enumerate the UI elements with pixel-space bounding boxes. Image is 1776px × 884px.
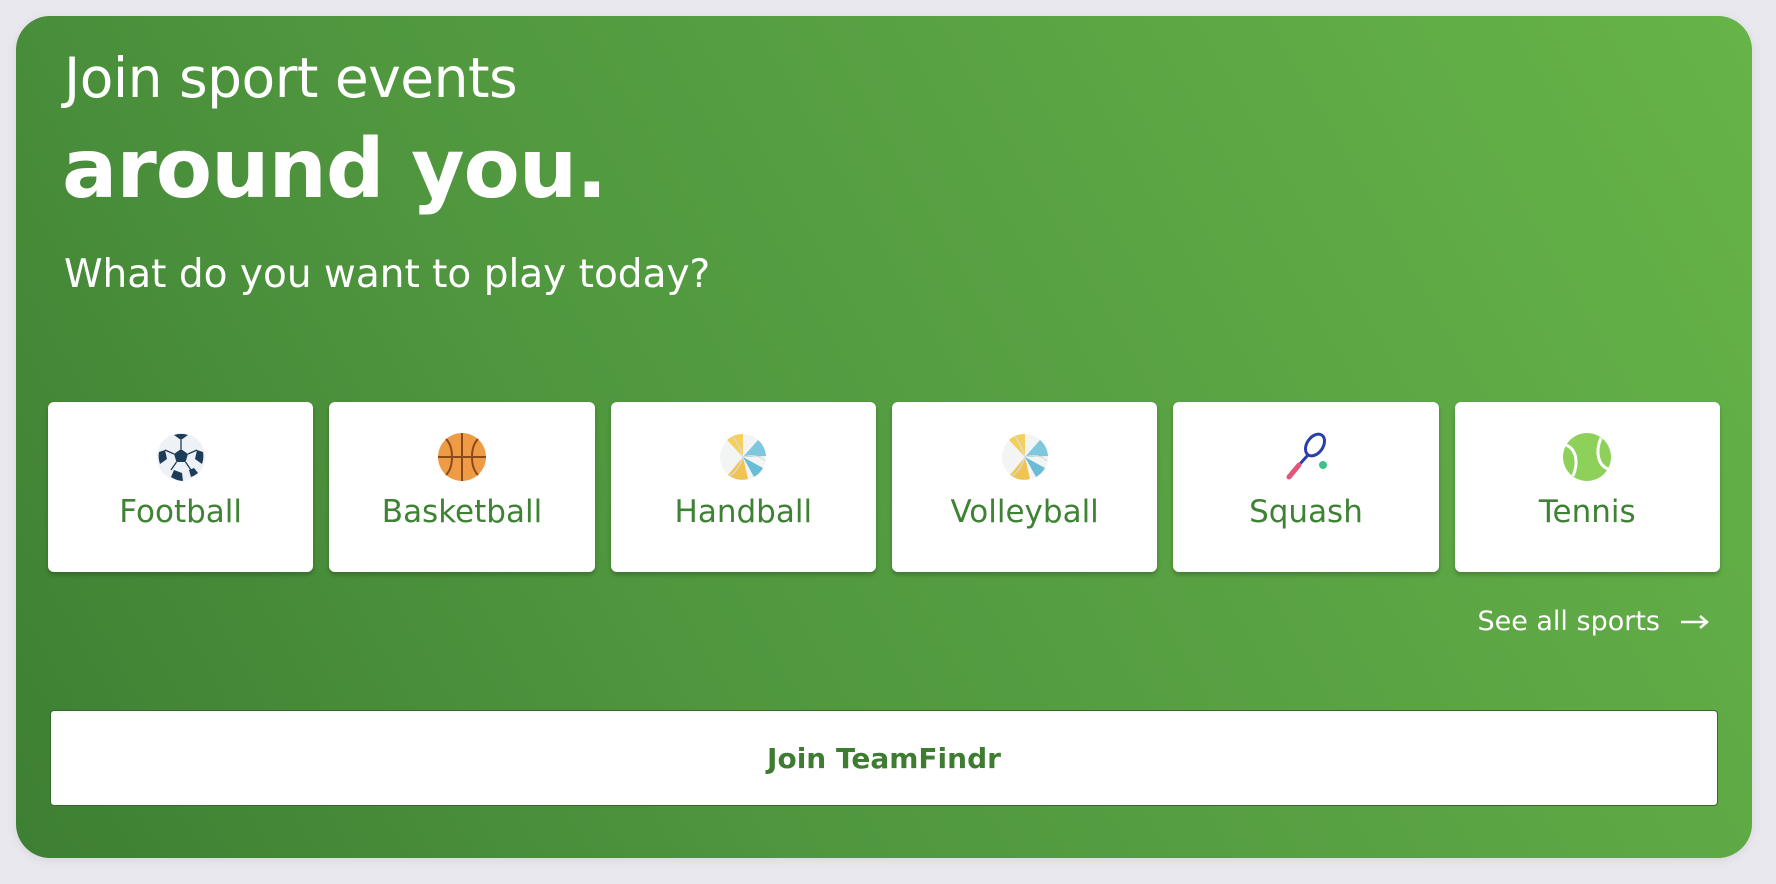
hero-card: Join sport events around you. What do yo… xyxy=(16,16,1752,858)
tennis-ball-icon xyxy=(1563,433,1612,481)
squash-racket-icon xyxy=(1286,432,1327,480)
hero-title-line2: around you. xyxy=(62,122,607,217)
handball-icon xyxy=(720,433,767,480)
sport-tile-squash[interactable]: Squash xyxy=(1173,402,1439,572)
sport-tile-football[interactable]: Football xyxy=(48,402,314,572)
sport-tile-basketball[interactable]: Basketball xyxy=(329,402,595,572)
sport-label: Handball xyxy=(674,494,813,530)
sport-tile-handball[interactable]: Handball xyxy=(610,402,876,572)
sport-label: Tennis xyxy=(1538,494,1636,530)
volleyball-icon xyxy=(1001,433,1048,480)
join-teamfindr-button[interactable]: Join TeamFindr xyxy=(50,710,1718,806)
hero-subtitle: What do you want to play today? xyxy=(64,252,711,297)
sport-label: Football xyxy=(119,494,243,530)
sport-label: Basketball xyxy=(381,494,543,530)
basketball-icon xyxy=(437,433,486,481)
hero-title-line1: Join sport events xyxy=(64,46,518,110)
arrow-right-icon xyxy=(1681,614,1709,629)
sport-label: Squash xyxy=(1249,494,1363,530)
see-all-sports-link[interactable]: See all sports xyxy=(1477,606,1710,637)
sport-list: Football Basketball Handball Volleyball … xyxy=(48,402,1720,572)
sport-tile-volleyball[interactable]: Volleyball xyxy=(891,402,1158,572)
sport-tile-tennis[interactable]: Tennis xyxy=(1454,402,1720,572)
see-all-sports-label: See all sports xyxy=(1477,606,1660,637)
sport-label: Volleyball xyxy=(950,494,1099,530)
soccer-ball-icon xyxy=(156,433,205,481)
